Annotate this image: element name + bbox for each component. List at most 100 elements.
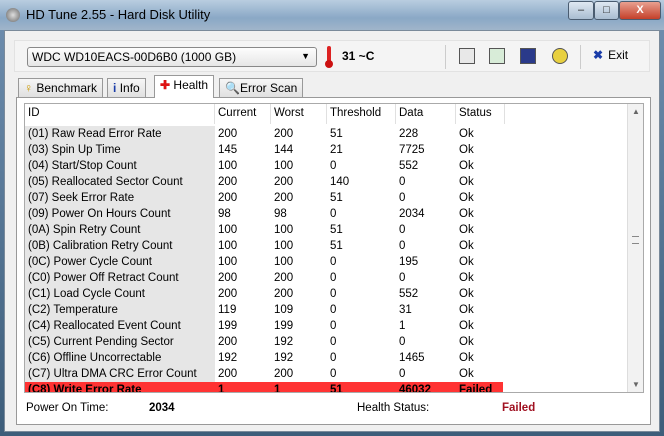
cell-threshold: 0 xyxy=(330,320,337,332)
table-row[interactable]: (01) Raw Read Error Rate 200 200 51 228 Ok xyxy=(25,126,625,142)
cell-status: Ok xyxy=(459,336,474,348)
copy-screenshot-icon[interactable] xyxy=(489,48,505,64)
column-status[interactable]: Status xyxy=(456,104,505,124)
cell-status: Ok xyxy=(459,304,474,316)
cell-threshold: 51 xyxy=(330,192,343,204)
cell-data: 7725 xyxy=(399,144,425,156)
tab-label: Error Scan xyxy=(239,81,298,95)
cell-id: (09) Power On Hours Count xyxy=(25,206,215,222)
cell-id: (04) Start/Stop Count xyxy=(25,158,215,174)
cell-status: Ok xyxy=(459,192,474,204)
tab-error-scan[interactable]: 🔍Error Scan xyxy=(219,78,304,97)
cell-data: 0 xyxy=(399,336,406,348)
cell-worst: 200 xyxy=(274,192,294,204)
table-row[interactable]: (07) Seek Error Rate 200 200 51 0 Ok xyxy=(25,190,625,206)
cell-current: 100 xyxy=(218,256,238,268)
cell-threshold: 51 xyxy=(330,224,343,236)
save-icon[interactable] xyxy=(520,48,536,64)
table-row[interactable]: (09) Power On Hours Count 98 98 0 2034 Ok xyxy=(25,206,625,222)
cell-threshold: 0 xyxy=(330,304,337,316)
cell-worst: 100 xyxy=(274,160,294,172)
cell-status: Ok xyxy=(459,272,474,284)
vertical-scrollbar[interactable]: ▲ ▼ xyxy=(627,104,643,392)
cell-current: 200 xyxy=(218,288,238,300)
table-row[interactable]: (C4) Reallocated Event Count 199 199 0 1 Ok xyxy=(25,318,625,334)
cell-threshold: 0 xyxy=(330,160,337,172)
cell-status: Ok xyxy=(459,128,474,140)
cell-threshold: 0 xyxy=(330,256,337,268)
column-data[interactable]: Data xyxy=(396,104,456,124)
cell-current: 100 xyxy=(218,160,238,172)
cell-data: 0 xyxy=(399,192,406,204)
scrollbar-grip-icon[interactable] xyxy=(632,236,639,244)
exit-button[interactable]: ✖ Exit xyxy=(593,48,628,62)
thermometer-icon xyxy=(325,46,333,68)
chevron-down-icon: ▼ xyxy=(301,51,310,61)
cell-worst: 144 xyxy=(274,144,294,156)
column-id[interactable]: ID xyxy=(25,104,215,124)
exit-label: Exit xyxy=(608,48,629,62)
cell-data: 552 xyxy=(399,160,419,172)
divider xyxy=(445,45,446,69)
table-row[interactable]: (05) Reallocated Sector Count 200 200 140 0 O… xyxy=(25,174,625,190)
cell-current: 199 xyxy=(218,320,238,332)
health-status-label: Health Status: xyxy=(357,402,430,414)
table-row[interactable]: (C1) Load Cycle Count 200 200 0 552 Ok xyxy=(25,286,625,302)
cell-id: (C5) Current Pending Sector xyxy=(25,334,215,350)
cell-worst: 200 xyxy=(274,288,294,300)
smart-table[interactable]: ID Current Worst Threshold Data Status (… xyxy=(24,103,644,393)
table-row[interactable]: (C8) Write Error Rate 1 1 51 46032 Failed xyxy=(25,382,503,393)
cell-data: 31 xyxy=(399,304,412,316)
cell-id: (0C) Power Cycle Count xyxy=(25,254,215,270)
drive-select[interactable]: WDC WD10EACS-00D6B0 (1000 GB) ▼ xyxy=(27,47,317,67)
table-row[interactable]: (04) Start/Stop Count 100 100 0 552 Ok xyxy=(25,158,625,174)
tab-label: Health xyxy=(173,78,209,92)
cell-current: 200 xyxy=(218,192,238,204)
table-row[interactable]: (0B) Calibration Retry Count 100 100 51 0 Ok xyxy=(25,238,625,254)
table-row[interactable]: (C0) Power Off Retract Count 200 200 0 0 Ok xyxy=(25,270,625,286)
power-on-label: Power On Time: xyxy=(26,402,109,414)
x-icon: ✖ xyxy=(593,48,604,62)
scroll-down-icon[interactable]: ▼ xyxy=(628,380,643,389)
app-icon xyxy=(6,8,20,22)
temperature-readout: 31 ~C xyxy=(342,49,375,63)
column-current[interactable]: Current xyxy=(215,104,271,124)
close-button[interactable]: X xyxy=(619,1,661,20)
cell-current: 192 xyxy=(218,352,238,364)
minimize-button[interactable]: – xyxy=(568,1,594,20)
table-row[interactable]: (0C) Power Cycle Count 100 100 0 195 Ok xyxy=(25,254,625,270)
benchmark-icon: ♀ xyxy=(24,81,33,95)
cell-worst: 100 xyxy=(274,256,294,268)
copy-icon[interactable] xyxy=(459,48,475,64)
cell-id: (C1) Load Cycle Count xyxy=(25,286,215,302)
cell-current: 1 xyxy=(218,384,225,393)
cell-worst: 200 xyxy=(274,368,294,380)
cell-status: Ok xyxy=(459,368,474,380)
cell-id: (01) Raw Read Error Rate xyxy=(25,126,215,142)
cell-data: 0 xyxy=(399,240,406,252)
table-row[interactable]: (0A) Spin Retry Count 100 100 51 0 Ok xyxy=(25,222,625,238)
cell-data: 1 xyxy=(399,320,406,332)
scroll-up-icon[interactable]: ▲ xyxy=(628,107,643,116)
cell-data: 46032 xyxy=(399,384,431,393)
options-icon[interactable] xyxy=(552,48,568,64)
cell-worst: 200 xyxy=(274,272,294,284)
tab-benchmark[interactable]: ♀ Benchmark xyxy=(18,78,104,97)
tab-info[interactable]: i Info xyxy=(107,78,146,97)
cell-threshold: 51 xyxy=(330,384,343,393)
table-row[interactable]: (C2) Temperature 119 109 0 31 Ok xyxy=(25,302,625,318)
table-row[interactable]: (C6) Offline Uncorrectable 192 192 0 1465 Ok xyxy=(25,350,625,366)
table-row[interactable]: (C5) Current Pending Sector 200 192 0 0 Ok xyxy=(25,334,625,350)
maximize-button[interactable]: □ xyxy=(594,1,619,20)
cell-threshold: 21 xyxy=(330,144,343,156)
cell-threshold: 51 xyxy=(330,240,343,252)
table-row[interactable]: (C7) Ultra DMA CRC Error Count 200 200 0 0 Ok xyxy=(25,366,625,382)
cell-status: Ok xyxy=(459,160,474,172)
cell-status: Ok xyxy=(459,320,474,332)
column-worst[interactable]: Worst xyxy=(271,104,327,124)
tab-health[interactable]: ✚ Health xyxy=(154,75,215,98)
column-threshold[interactable]: Threshold xyxy=(327,104,396,124)
table-row[interactable]: (03) Spin Up Time 145 144 21 7725 Ok xyxy=(25,142,625,158)
health-status-value: Failed xyxy=(502,402,536,414)
title-bar: HD Tune 2.55 - Hard Disk Utility – □ X xyxy=(0,0,664,30)
